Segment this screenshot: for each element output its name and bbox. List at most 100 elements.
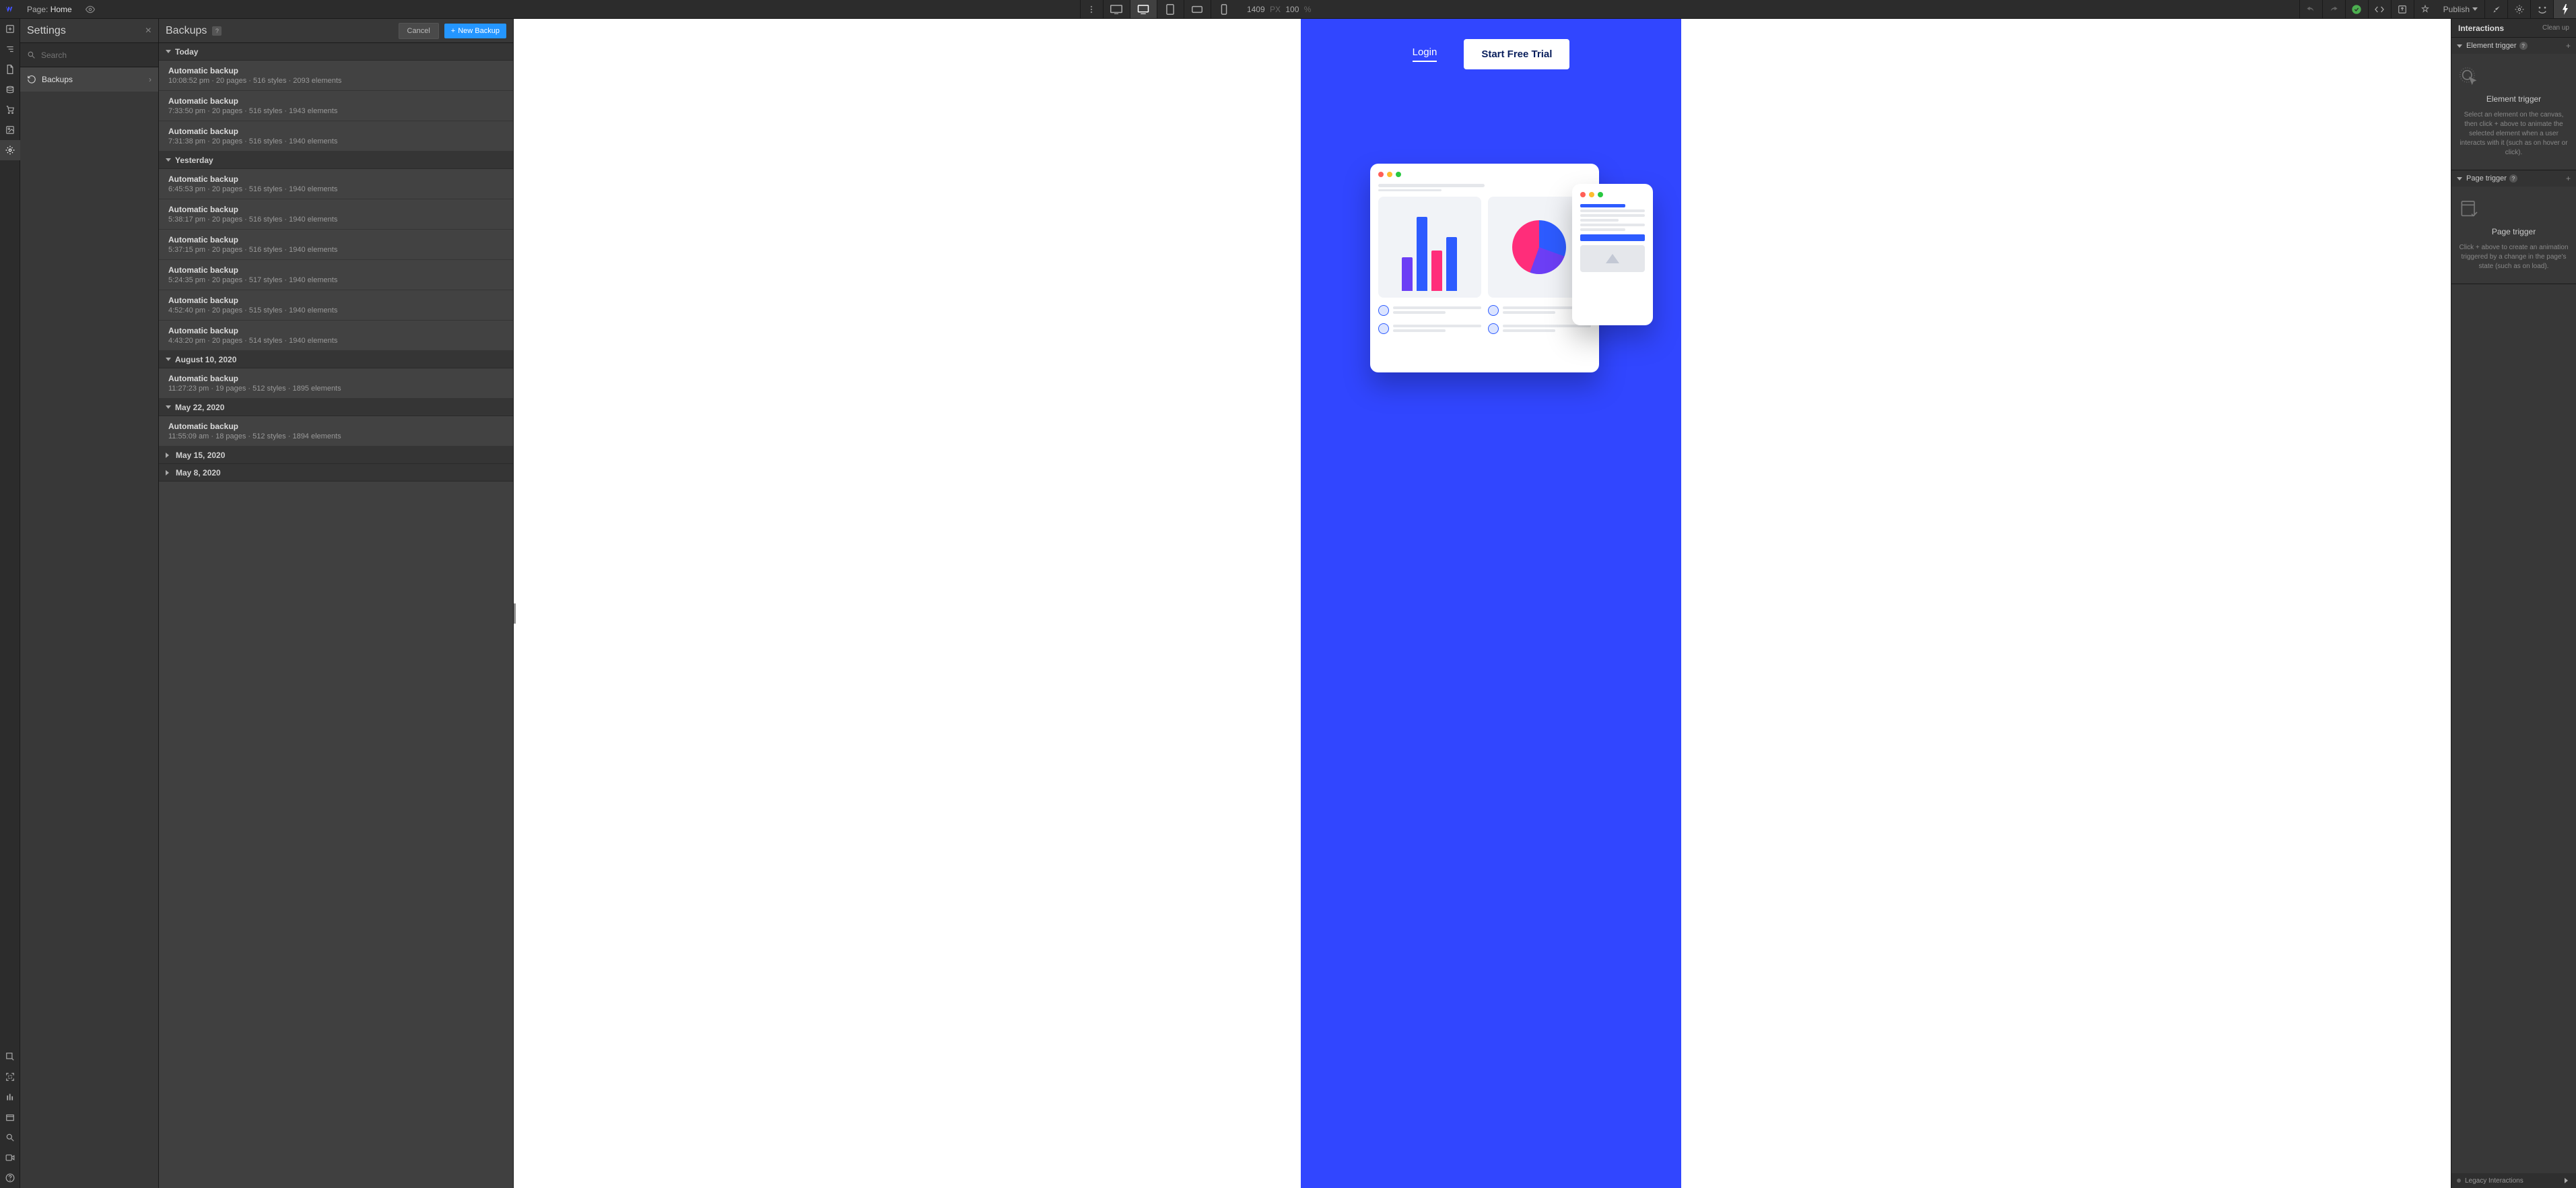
status-ok-icon[interactable] (2345, 0, 2368, 18)
cta-button[interactable]: Start Free Trial (1464, 39, 1569, 69)
audit-icon[interactable] (2414, 0, 2437, 18)
dashboard-window (1370, 164, 1599, 372)
settings-rail-icon[interactable] (0, 140, 20, 160)
backup-item[interactable]: Automatic backup5:38:17 pm · 20 pages · … (159, 199, 513, 230)
element-trigger-header[interactable]: Element trigger? + (2451, 38, 2576, 54)
gear-icon[interactable] (2507, 0, 2530, 18)
backup-title: Automatic backup (168, 374, 504, 383)
canvas-zoom: 100 (1285, 5, 1299, 14)
add-trigger-icon[interactable]: + (2566, 41, 2571, 51)
image-placeholder-icon (1606, 254, 1619, 263)
backup-item[interactable]: Automatic backup4:43:20 pm · 20 pages · … (159, 321, 513, 351)
device-desktop-icon[interactable] (1130, 0, 1157, 18)
device-tablet-icon[interactable] (1157, 0, 1184, 18)
device-desktop-large-icon[interactable] (1103, 0, 1130, 18)
backup-title: Automatic backup (168, 205, 504, 214)
add-element-icon[interactable] (0, 19, 20, 39)
backup-item[interactable]: Automatic backup6:45:53 pm · 20 pages · … (159, 169, 513, 199)
redo-icon[interactable] (2322, 0, 2345, 18)
interactions-icon[interactable] (2553, 0, 2576, 18)
brush-icon[interactable] (2484, 0, 2507, 18)
backup-item[interactable]: Automatic backup10:08:52 pm · 20 pages ·… (159, 61, 513, 91)
menu-dots-icon[interactable] (1080, 0, 1103, 18)
backup-title: Automatic backup (168, 265, 504, 275)
group-label: May 15, 2020 (176, 451, 225, 460)
cancel-button[interactable]: Cancel (399, 23, 439, 39)
tool-1-icon[interactable] (0, 1047, 20, 1067)
video-icon[interactable] (0, 1148, 20, 1168)
add-trigger-icon[interactable]: + (2566, 174, 2571, 183)
chevron-right-icon (2565, 1178, 2571, 1183)
page-selector[interactable]: Page: Home (20, 5, 79, 14)
page-label: Page: (27, 5, 48, 14)
canvas[interactable]: Login Start Free Trial (514, 19, 2451, 1188)
backup-item[interactable]: Automatic backup7:33:50 pm · 20 pages · … (159, 91, 513, 121)
cms-icon[interactable] (0, 79, 20, 100)
tool-2-icon[interactable] (0, 1067, 20, 1087)
backup-title: Automatic backup (168, 96, 504, 106)
backups-list[interactable]: Today Automatic backup10:08:52 pm · 20 pa… (159, 43, 513, 1188)
backup-meta: 7:31:38 pm · 20 pages · 516 styles · 194… (168, 137, 504, 145)
page-trigger-desc: Click + above to create an animation tri… (2458, 243, 2569, 271)
webflow-logo-icon[interactable] (0, 4, 20, 15)
mobile-window (1572, 184, 1653, 325)
backup-item[interactable]: Automatic backup 11:27:23 pm · 19 pages ·… (159, 368, 513, 399)
caret-down-icon (166, 50, 171, 53)
settings-item-backups[interactable]: Backups › (20, 67, 158, 92)
backup-group-header[interactable]: Yesterday (159, 152, 513, 169)
new-backup-button[interactable]: + New Backup (444, 24, 506, 38)
assets-icon[interactable] (0, 120, 20, 140)
publish-button[interactable]: Publish (2437, 5, 2484, 14)
page-trigger-label: Page trigger (2466, 174, 2507, 183)
tool-3-icon[interactable] (0, 1087, 20, 1107)
code-icon[interactable] (2368, 0, 2391, 18)
backup-group-header[interactable]: August 10, 2020 (159, 351, 513, 368)
backup-item[interactable]: Automatic backup4:52:40 pm · 20 pages · … (159, 290, 513, 321)
group-label: Today (175, 47, 198, 57)
backup-group-header[interactable]: Today (159, 43, 513, 61)
help-badge-icon[interactable]: ? (212, 26, 222, 36)
page-trigger-heading: Page trigger (2458, 227, 2569, 236)
pages-icon[interactable] (0, 59, 20, 79)
backups-panel: Backups ? Cancel + New Backup TodayAutom… (159, 19, 514, 1188)
backup-group-header[interactable]: May 8, 2020 (159, 464, 513, 482)
backup-title: Automatic backup (168, 174, 504, 184)
backup-group-header[interactable]: May 22, 2020 (159, 399, 513, 416)
cleanup-button[interactable]: Clean up (2542, 24, 2569, 32)
resize-handle[interactable] (514, 603, 516, 624)
navigator-icon[interactable] (0, 39, 20, 59)
help-icon[interactable]: ? (2509, 174, 2517, 183)
bar-chart (1378, 197, 1481, 298)
export-icon[interactable] (2391, 0, 2414, 18)
search-rail-icon[interactable] (0, 1127, 20, 1148)
device-mobile-landscape-icon[interactable] (1184, 0, 1211, 18)
legacy-interactions[interactable]: Legacy Interactions (2451, 1173, 2576, 1188)
settings-search[interactable] (20, 43, 158, 67)
search-input[interactable] (41, 51, 151, 60)
group-label: May 8, 2020 (176, 468, 221, 477)
backup-item[interactable]: Automatic backup7:31:38 pm · 20 pages · … (159, 121, 513, 152)
caret-icon (2457, 44, 2462, 48)
backup-group-header[interactable]: May 15, 2020 (159, 447, 513, 464)
backup-item[interactable]: Automatic backup5:37:15 pm · 20 pages · … (159, 230, 513, 260)
preview-icon[interactable] (79, 5, 102, 14)
effects-icon[interactable] (2530, 0, 2553, 18)
help-icon[interactable] (0, 1168, 20, 1188)
backup-meta: 11:27:23 pm · 19 pages · 512 styles · 18… (168, 385, 504, 393)
tool-4-icon[interactable] (0, 1107, 20, 1127)
close-icon[interactable]: × (145, 25, 151, 37)
caret-icon (2457, 177, 2462, 180)
avatar-icon (1488, 305, 1499, 316)
login-link[interactable]: Login (1413, 46, 1437, 62)
backup-title: Automatic backup (168, 296, 504, 305)
undo-icon[interactable] (2299, 0, 2322, 18)
page-trigger-header[interactable]: Page trigger? + (2451, 170, 2576, 187)
ecommerce-icon[interactable] (0, 100, 20, 120)
device-mobile-icon[interactable] (1211, 0, 1238, 18)
cursor-click-icon (2458, 66, 2569, 88)
help-icon[interactable]: ? (2519, 42, 2528, 50)
backup-item[interactable]: Automatic backup5:24:35 pm · 20 pages · … (159, 260, 513, 290)
backup-item[interactable]: Automatic backup11:55:09 am · 18 pages ·… (159, 416, 513, 447)
group-label: Yesterday (175, 156, 213, 165)
canvas-dimensions[interactable]: 1409 PX 100 % (1238, 5, 1320, 14)
